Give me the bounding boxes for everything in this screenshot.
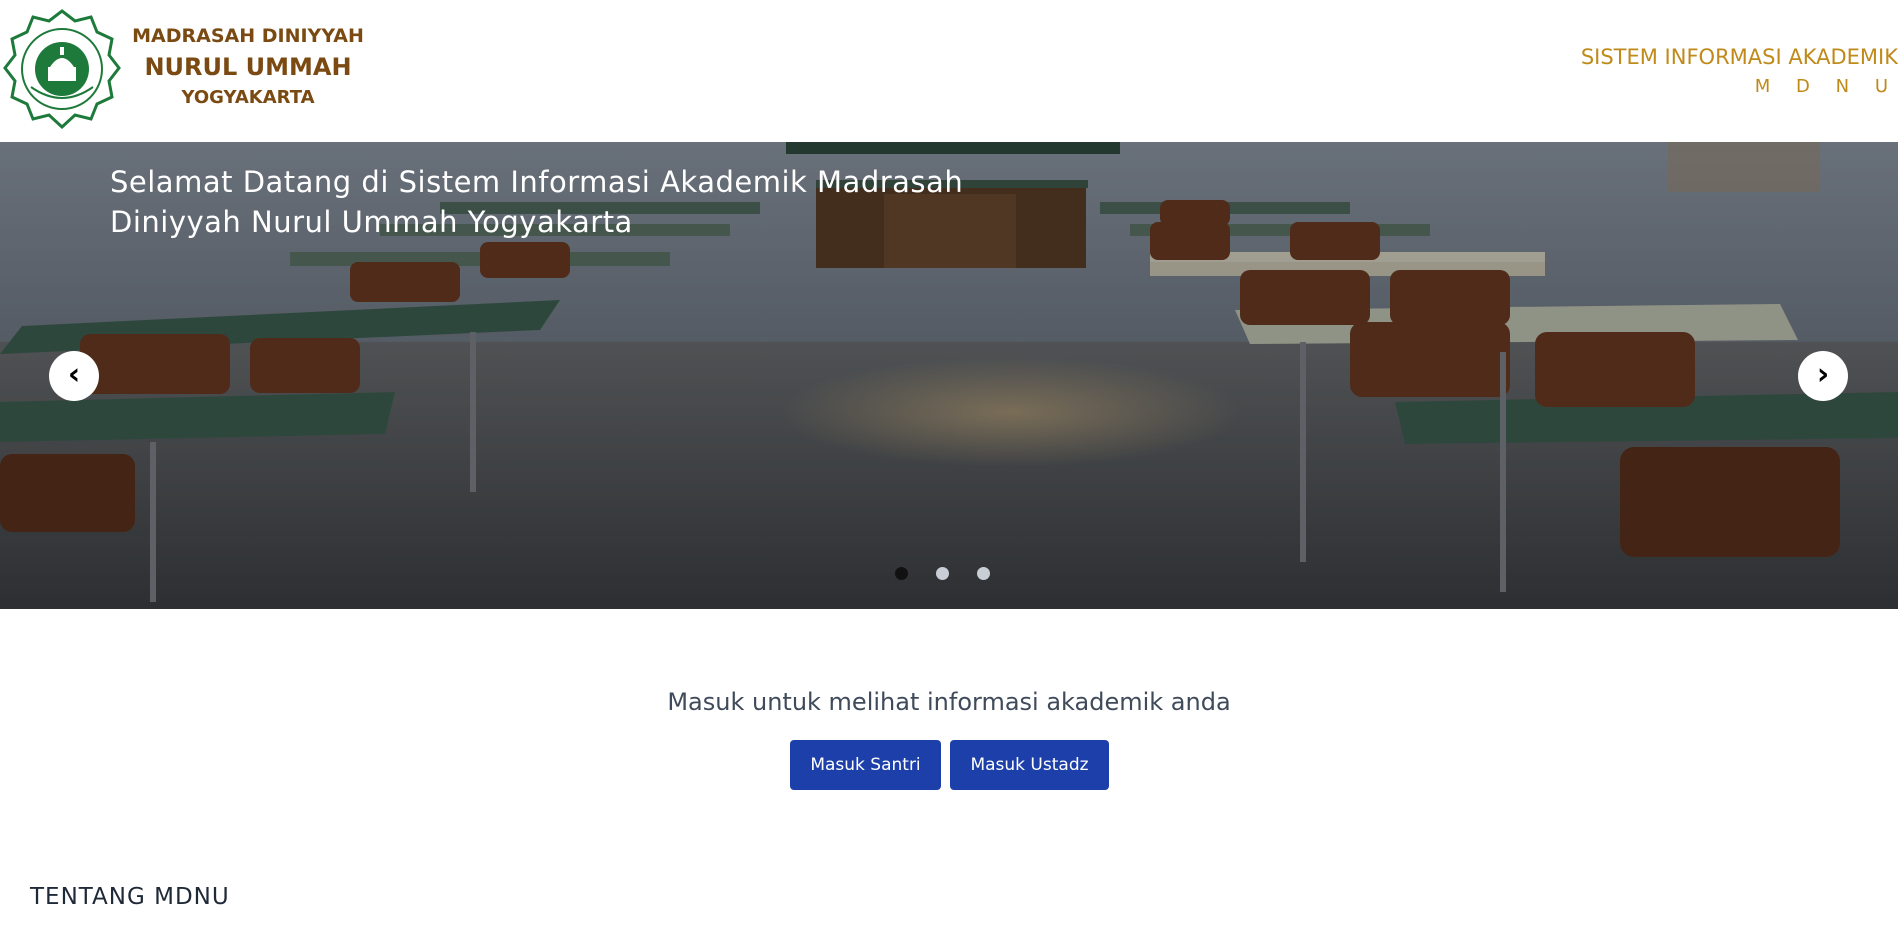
hero-title: Selamat Datang di Sistem Informasi Akade… — [110, 165, 964, 239]
about-heading: TENTANG MDNU — [30, 884, 230, 910]
carousel-indicator-1[interactable] — [895, 567, 908, 580]
system-title-line-2: M D N U — [1754, 76, 1898, 97]
carousel-indicator-3[interactable] — [977, 567, 990, 580]
brand-block: MADRASAH DINIYYAH NURUL UMMAH YOGYAKARTA — [128, 22, 368, 112]
hero-carousel: Selamat Datang di Sistem Informasi Akade… — [0, 142, 1898, 609]
carousel-indicators — [895, 567, 995, 581]
system-title-line-1: SISTEM INFORMASI AKADEMIK — [1580, 45, 1898, 69]
carousel-next-button[interactable]: › — [1798, 351, 1848, 401]
brand-line-3: YOGYAKARTA — [181, 87, 315, 108]
carousel-indicator-2[interactable] — [936, 567, 949, 580]
site-header: MADRASAH DINIYYAH NURUL UMMAH YOGYAKARTA… — [0, 0, 1898, 142]
login-prompt: Masuk untuk melihat informasi akademik a… — [667, 688, 1231, 716]
system-title: SISTEM INFORMASI AKADEMIK M D N U — [1581, 42, 1898, 102]
login-santri-button[interactable]: Masuk Santri — [790, 740, 941, 790]
brand-line-2: NURUL UMMAH — [144, 53, 352, 81]
brand-line-1: MADRASAH DINIYYAH — [132, 25, 364, 47]
chevron-right-icon: › — [1816, 357, 1830, 392]
chevron-left-icon: ‹ — [67, 357, 81, 392]
madrasah-emblem-icon[interactable] — [3, 9, 121, 132]
carousel-prev-button[interactable]: ‹ — [49, 351, 99, 401]
login-ustadz-button[interactable]: Masuk Ustadz — [950, 740, 1109, 790]
